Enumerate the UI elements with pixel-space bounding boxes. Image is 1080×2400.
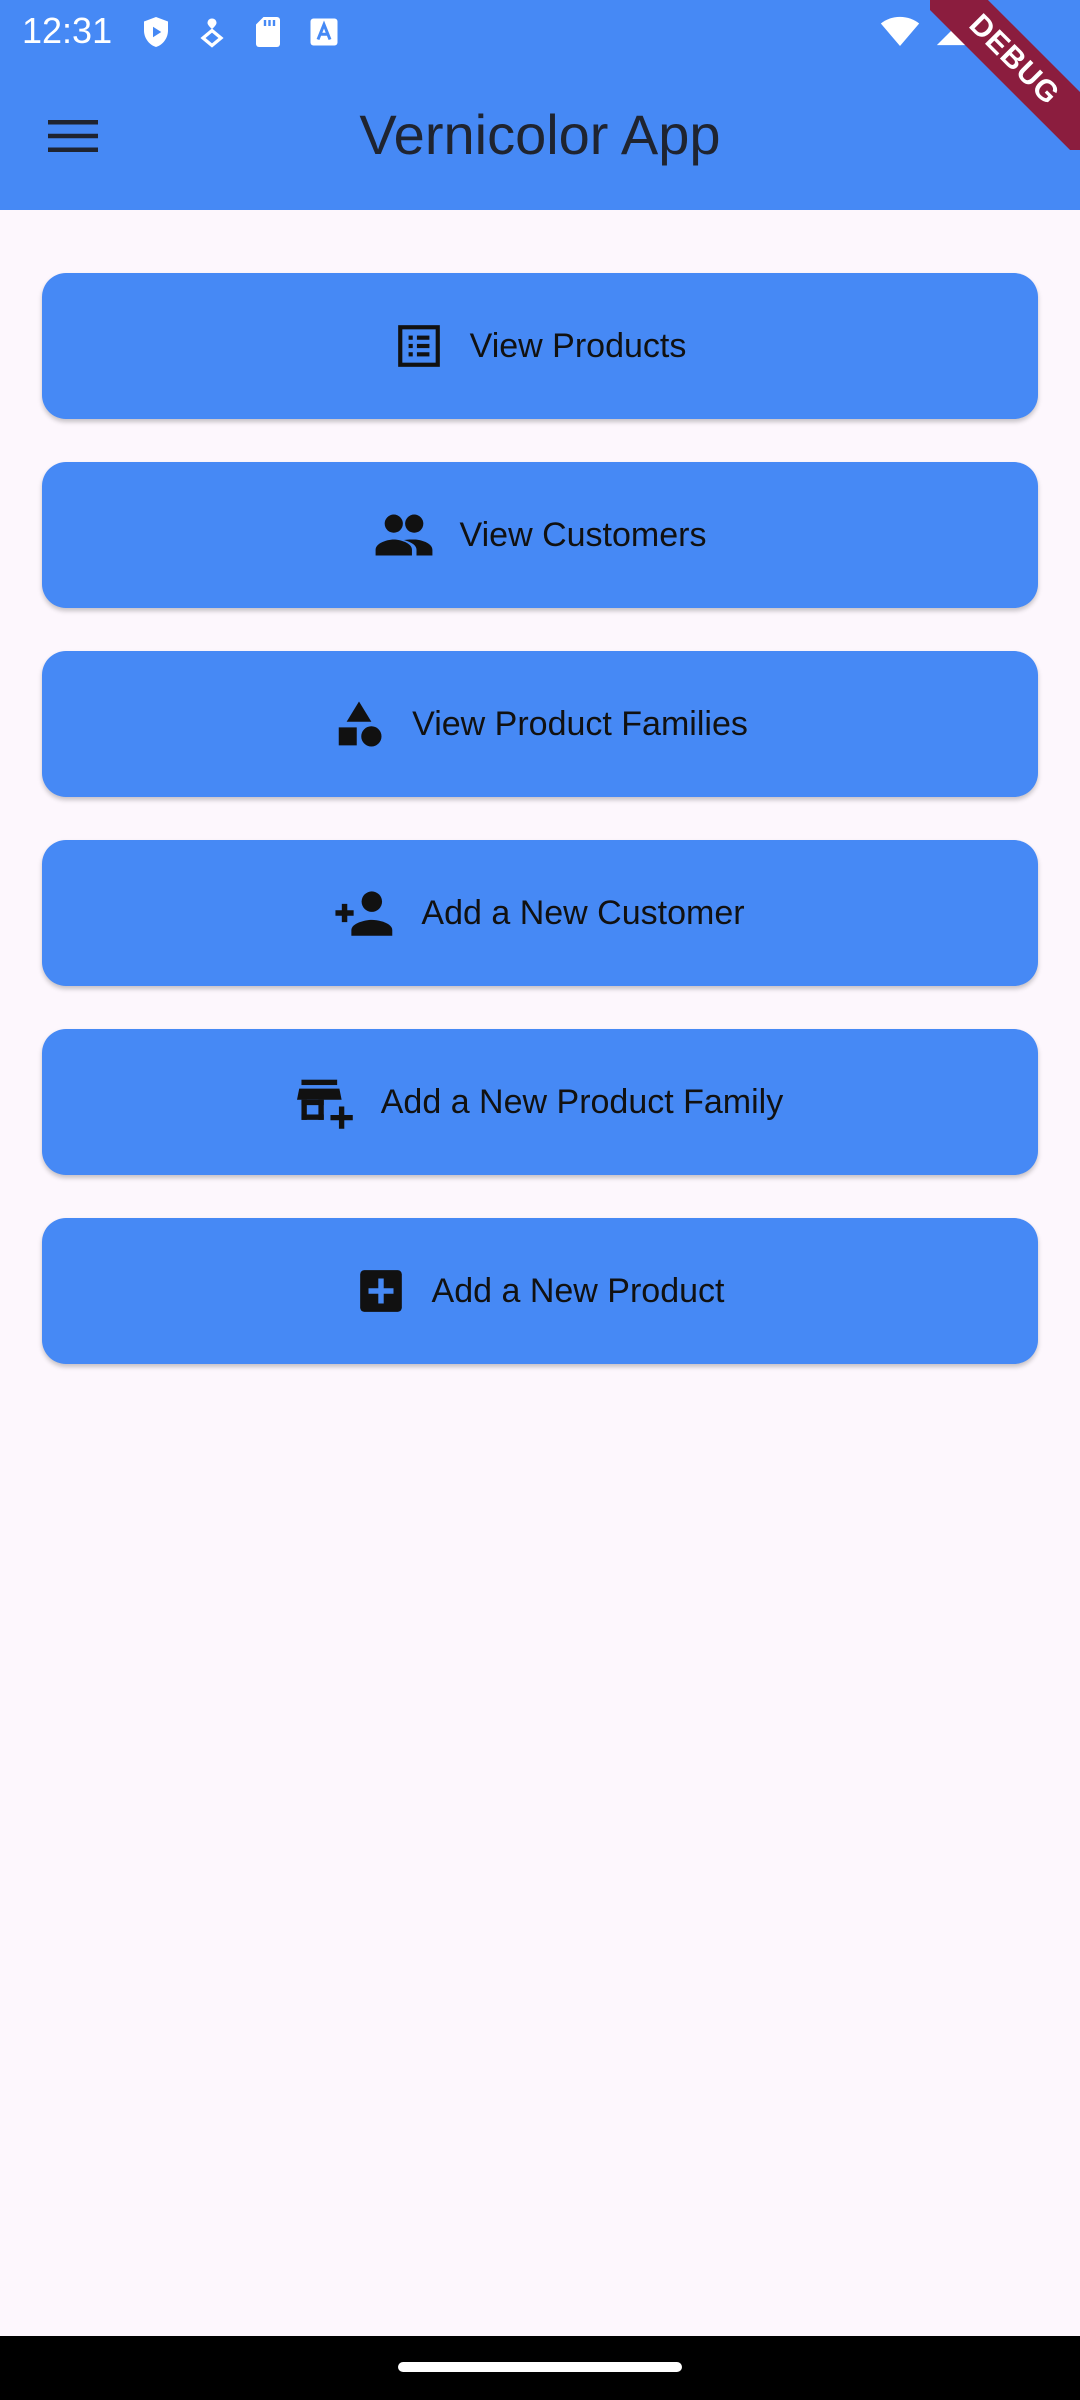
add-box-icon [356, 1266, 406, 1316]
category-shapes-icon [332, 697, 386, 751]
heart-pin-icon [194, 14, 230, 50]
battery-icon [982, 12, 1002, 50]
people-icon [374, 510, 434, 560]
view-products-label: View Products [469, 326, 687, 365]
signal-icon [934, 14, 968, 48]
add-product-label: Add a New Product [431, 1271, 725, 1310]
add-product-family-label: Add a New Product Family [380, 1082, 784, 1121]
shield-play-icon [138, 14, 174, 50]
view-product-families-button[interactable]: View Product Families [42, 651, 1038, 797]
add-customer-button[interactable]: Add a New Customer [42, 840, 1038, 986]
view-customers-button[interactable]: View Customers [42, 462, 1038, 608]
view-customers-label: View Customers [459, 515, 707, 554]
status-time: 12:31 [22, 10, 113, 51]
add-product-button[interactable]: Add a New Product [42, 1218, 1038, 1364]
status-icons-left [138, 14, 342, 50]
system-nav-bar [0, 2336, 1080, 2400]
action-list: View Products View Customers View Produc… [42, 273, 1038, 1407]
view-products-button[interactable]: View Products [42, 273, 1038, 419]
home-gesture-handle[interactable] [398, 2362, 682, 2372]
status-icons-right [880, 12, 1002, 50]
person-add-icon [335, 888, 395, 938]
add-product-family-button[interactable]: Add a New Product Family [42, 1029, 1038, 1175]
sd-card-icon [250, 14, 286, 50]
status-bar: 12:31 [0, 0, 1080, 64]
app-title: Vernicolor App [359, 103, 721, 166]
view-product-families-label: View Product Families [412, 704, 748, 743]
add-business-icon [296, 1075, 355, 1129]
font-a-icon [306, 14, 342, 50]
add-customer-label: Add a New Customer [421, 893, 745, 932]
list-alt-icon [394, 321, 444, 371]
wifi-icon [880, 14, 920, 48]
app-bar: Vernicolor App [0, 64, 1080, 210]
